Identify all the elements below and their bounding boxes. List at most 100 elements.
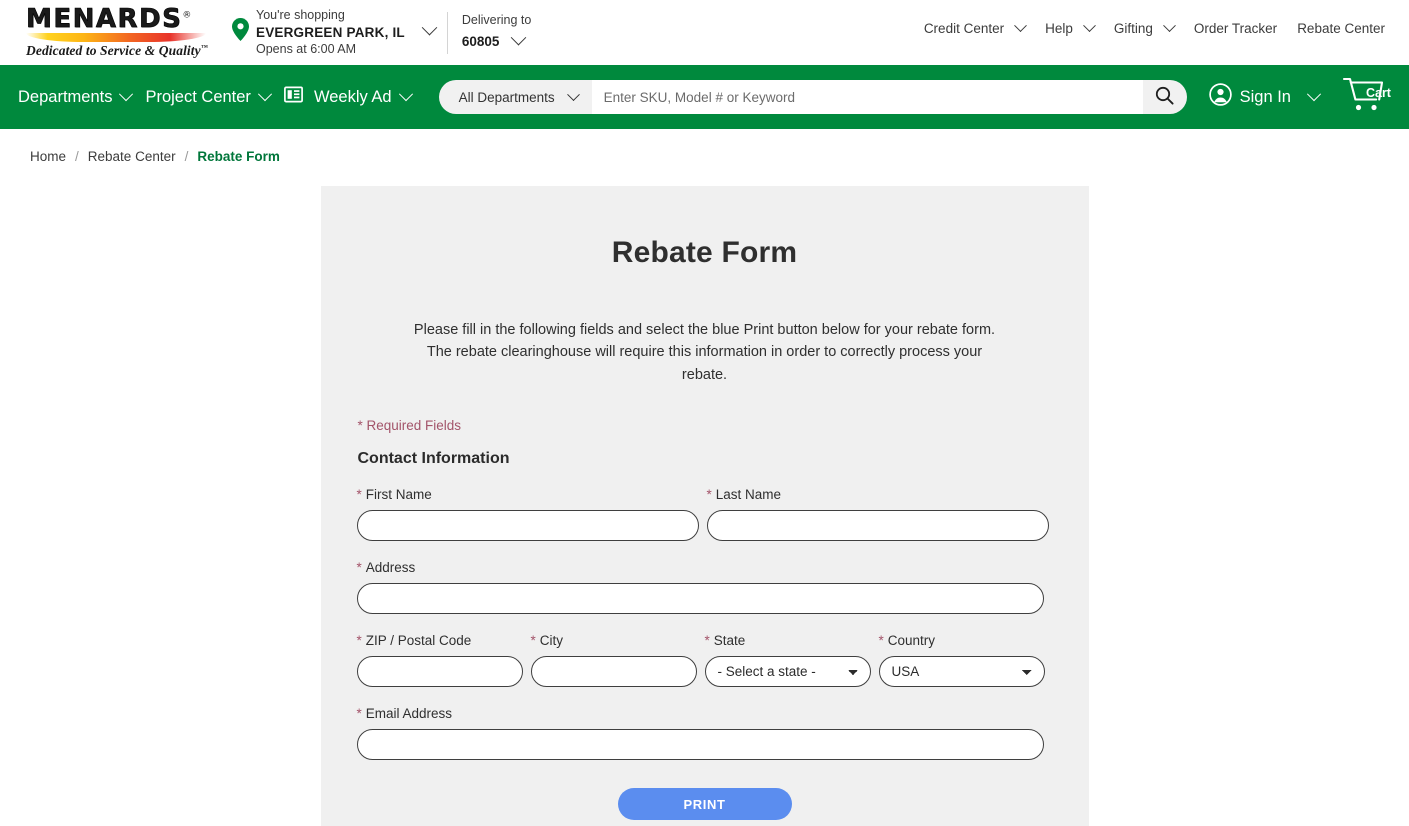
nav-item-project-center-label: Project Center xyxy=(145,89,250,106)
delivery-zip-row: 60805 xyxy=(462,30,531,54)
store-info: You're shopping EVERGREEN PARK, IL Opens… xyxy=(256,7,405,58)
logo-tagline-text: Dedicated to Service & Quality xyxy=(26,43,201,58)
search-icon xyxy=(1155,86,1174,108)
label-email: * Email Address xyxy=(357,706,1044,721)
spacer xyxy=(871,633,879,687)
label-city: * City xyxy=(531,633,697,648)
help-chevron-down-icon[interactable] xyxy=(1085,24,1094,33)
print-button-row: PRINT xyxy=(357,788,1053,820)
department-filter-select[interactable]: All Departments xyxy=(439,80,592,114)
utility-link-order-tracker[interactable]: Order Tracker xyxy=(1194,17,1277,40)
sign-in-label: Sign In xyxy=(1240,89,1291,106)
cart-button[interactable]: Cart xyxy=(1341,76,1383,119)
weekly-ad-chevron-down-icon xyxy=(399,87,413,101)
state-select[interactable]: - Select a state - xyxy=(705,656,871,687)
field-group-email: * Email Address xyxy=(357,706,1044,760)
field-group-address: * Address xyxy=(357,560,1044,614)
logo-wordmark-text: MENARDS xyxy=(26,4,182,34)
utility-header: MENARDS® Dedicated to Service & Quality™… xyxy=(0,0,1409,65)
sign-in-button[interactable]: Sign In xyxy=(1209,83,1319,111)
nav-item-weekly-ad-label: Weekly Ad xyxy=(314,89,392,106)
search-bar: All Departments xyxy=(439,80,1187,114)
last-name-input[interactable] xyxy=(707,510,1049,541)
store-hours: Opens at 6:00 AM xyxy=(256,41,405,58)
cart-label: Cart xyxy=(1366,86,1391,100)
breadcrumb-separator: / xyxy=(75,149,79,164)
required-star: * xyxy=(705,633,710,648)
label-country-text: Country xyxy=(888,633,935,648)
spacer xyxy=(523,633,531,687)
utility-link-gifting[interactable]: Gifting xyxy=(1114,17,1153,40)
logo-swoosh-graphic xyxy=(26,33,206,42)
form-intro-text: Please fill in the following fields and … xyxy=(405,319,1005,386)
label-state-text: State xyxy=(714,633,746,648)
required-star: * xyxy=(357,706,362,721)
menards-logo[interactable]: MENARDS® Dedicated to Service & Quality™ xyxy=(18,6,218,59)
label-last-name: *Last Name xyxy=(707,487,1049,502)
required-fields-note: * Required Fields xyxy=(358,418,1053,433)
city-input[interactable] xyxy=(531,656,697,687)
weekly-ad-icon xyxy=(284,85,303,109)
utility-link-help[interactable]: Help xyxy=(1045,17,1073,40)
account-chevron-down-icon xyxy=(1307,87,1321,101)
utility-links: Credit Center Help Gifting Order Tracker… xyxy=(924,17,1391,40)
departments-chevron-down-icon xyxy=(119,87,133,101)
primary-navigation: Departments Project Center Weekly Ad All… xyxy=(0,65,1409,129)
breadcrumb-item-rebate-center[interactable]: Rebate Center xyxy=(88,149,176,164)
nav-item-project-center[interactable]: Project Center xyxy=(145,89,269,106)
store-chevron-down-icon[interactable] xyxy=(424,23,435,41)
trademark-mark: ™ xyxy=(201,44,208,52)
delivery-zip-value: 60805 xyxy=(462,32,500,52)
search-input[interactable] xyxy=(592,80,1143,114)
registered-mark: ® xyxy=(182,10,191,20)
first-name-input[interactable] xyxy=(357,510,699,541)
utility-link-credit-center[interactable]: Credit Center xyxy=(924,17,1004,40)
label-first-name-text: First Name xyxy=(366,487,432,502)
store-name: EVERGREEN PARK, IL xyxy=(256,24,405,42)
label-country: * Country xyxy=(879,633,1045,648)
form-row-name: * First Name *Last Name xyxy=(357,487,1053,541)
label-address: * Address xyxy=(357,560,1044,575)
rebate-form-panel: Rebate Form Please fill in the following… xyxy=(321,186,1089,826)
country-select[interactable]: USA xyxy=(879,656,1045,687)
field-group-city: * City xyxy=(531,633,697,687)
nav-item-departments[interactable]: Departments xyxy=(18,89,131,106)
label-city-text: City xyxy=(540,633,563,648)
form-row-location: * ZIP / Postal Code * City * State - Select… xyxy=(357,633,1053,687)
required-star: * xyxy=(357,633,362,648)
breadcrumb-item-rebate-form: Rebate Form xyxy=(197,149,280,164)
breadcrumb-separator: / xyxy=(185,149,189,164)
utility-link-rebate-center[interactable]: Rebate Center xyxy=(1297,17,1385,40)
breadcrumb: Home / Rebate Center / Rebate Form xyxy=(0,129,1409,164)
delivery-chevron-down-icon[interactable] xyxy=(513,30,524,54)
required-star: * xyxy=(531,633,536,648)
label-email-text: Email Address xyxy=(366,706,452,721)
logo-tagline: Dedicated to Service & Quality™ xyxy=(26,43,218,59)
user-circle-icon xyxy=(1209,83,1232,111)
credit-center-chevron-down-icon[interactable] xyxy=(1016,24,1025,33)
zip-input[interactable] xyxy=(357,656,523,687)
store-selector[interactable]: You're shopping EVERGREEN PARK, IL Opens… xyxy=(232,7,437,58)
gifting-chevron-down-icon[interactable] xyxy=(1165,24,1174,33)
department-filter-value: All Departments xyxy=(459,90,555,105)
page-title: Rebate Form xyxy=(357,236,1053,270)
header-divider xyxy=(447,12,448,54)
delivery-zip-selector[interactable]: Delivering to 60805 xyxy=(462,11,531,54)
breadcrumb-item-home[interactable]: Home xyxy=(30,149,66,164)
section-title-contact-information: Contact Information xyxy=(358,450,1053,468)
field-group-country: * Country USA xyxy=(879,633,1045,687)
address-input[interactable] xyxy=(357,583,1044,614)
required-star: * xyxy=(357,487,362,502)
search-submit-button[interactable] xyxy=(1143,80,1187,114)
label-zip-text: ZIP / Postal Code xyxy=(366,633,472,648)
delivery-eyebrow: Delivering to xyxy=(462,11,531,30)
required-star: * xyxy=(357,560,362,575)
label-state: * State xyxy=(705,633,871,648)
project-center-chevron-down-icon xyxy=(258,87,272,101)
nav-item-weekly-ad[interactable]: Weekly Ad xyxy=(284,85,411,109)
print-button[interactable]: PRINT xyxy=(618,788,792,820)
label-address-text: Address xyxy=(366,560,416,575)
required-star: * xyxy=(879,633,884,648)
field-group-first-name: * First Name xyxy=(357,487,699,541)
email-input[interactable] xyxy=(357,729,1044,760)
